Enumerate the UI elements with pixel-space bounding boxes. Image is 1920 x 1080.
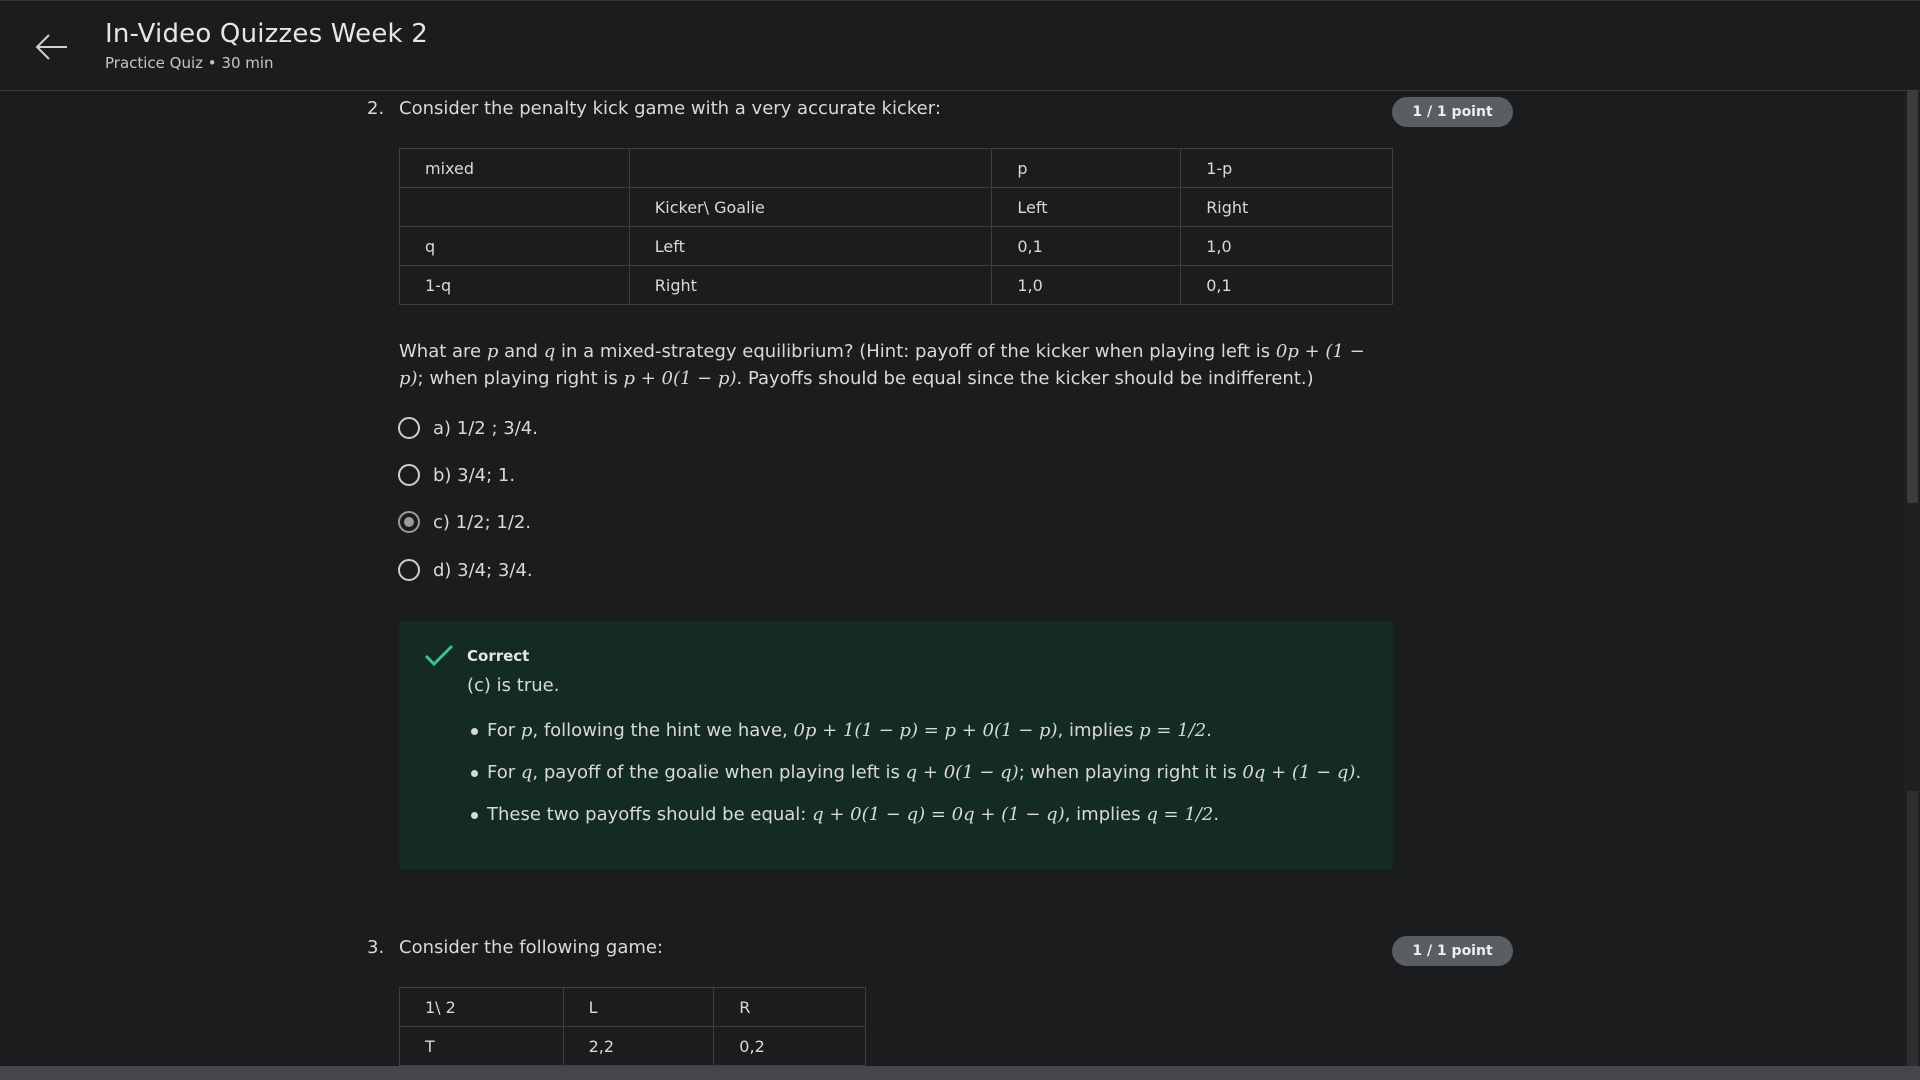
table-cell: 1,0 [991, 265, 1182, 305]
body-text: For [487, 762, 521, 783]
option-b[interactable]: b) 3/4; 1. [398, 461, 515, 489]
option-a[interactable]: a) 1/2 ; 3/4. [398, 414, 538, 442]
top-bar: In-Video Quizzes Week 2 Practice Quiz • … [0, 0, 1920, 91]
math-expression: q = 1/2 [1146, 804, 1214, 825]
scrollbar-lower-track [1907, 791, 1918, 1066]
option-label: c) 1/2; 1/2. [433, 511, 532, 533]
table-cell: T [399, 1026, 564, 1066]
question-prompt: Consider the penalty kick game with a ve… [399, 98, 941, 119]
body-text: These two payoffs should be equal: [487, 804, 813, 825]
option-c[interactable]: c) 1/2; 1/2. [398, 508, 531, 536]
table-cell: Right [1180, 187, 1393, 227]
body-text: What are [399, 341, 487, 362]
body-text: ; when playing right is [417, 368, 624, 389]
radio-button[interactable] [398, 417, 420, 439]
table-cell: Left [991, 187, 1182, 227]
body-text: , implies [1064, 804, 1147, 825]
table-cell: p [991, 148, 1182, 188]
table-cell: Kicker\ Goalie [628, 187, 993, 227]
body-text: and [498, 341, 544, 362]
math-expression: 0q + (1 − q) [1242, 762, 1356, 783]
body-text: in a mixed-strategy equilibrium? (Hint: … [555, 341, 1276, 362]
list-item: For q, payoff of the goalie when playing… [469, 759, 1361, 801]
math-expression: q [520, 762, 533, 783]
option-label: a) 1/2 ; 3/4. [433, 417, 538, 439]
math-expression: p = 1/2 [1139, 720, 1207, 741]
table-cell: R [713, 987, 866, 1027]
math-expression: q + 0(1 − q) = 0q + (1 − q) [812, 804, 1065, 825]
table-cell [628, 148, 993, 188]
body-text: , implies [1057, 720, 1140, 741]
body-text: For [487, 720, 521, 741]
table-cell: q [399, 226, 630, 266]
option-label: b) 3/4; 1. [433, 464, 516, 486]
table-row: mixed p 1-p [399, 148, 1393, 188]
points-badge: 1 / 1 point [1392, 936, 1513, 966]
body-text: . [1213, 804, 1220, 825]
table-cell: 1,0 [1180, 226, 1393, 266]
feedback-list: For p, following the hint we have, 0p + … [469, 717, 1361, 843]
table-cell: 0,1 [1180, 265, 1393, 305]
body-text: . [1355, 762, 1362, 783]
vertical-scrollbar[interactable] [1904, 91, 1920, 1066]
body-text: , payoff of the goalie when playing left… [532, 762, 906, 783]
table-cell [399, 187, 630, 227]
feedback-summary: (c) is true. [467, 675, 560, 696]
option-label: d) 3/4; 3/4. [433, 559, 533, 581]
body-text: . [1206, 720, 1212, 741]
game-table: 1\ 2 L R T 2,2 0,2 [399, 987, 866, 1066]
math-expression: q [543, 341, 556, 362]
table-cell: 0,1 [991, 226, 1182, 266]
option-d[interactable]: d) 3/4; 3/4. [398, 556, 533, 584]
page-title: In-Video Quizzes Week 2 [105, 19, 429, 49]
math-expression: 0p + 1(1 − p) = p + 0(1 − p) [793, 720, 1058, 741]
table-row: q Left 0,1 1,0 [399, 226, 1393, 266]
table-cell: Right [628, 265, 993, 305]
table-cell: 1\ 2 [399, 987, 564, 1027]
math-expression: q + 0(1 − q) [905, 762, 1019, 783]
table-cell: mixed [399, 148, 630, 188]
table-cell: 1-q [399, 265, 630, 305]
math-expression: p [520, 720, 533, 741]
table-cell: L [562, 987, 715, 1027]
question-prompt: Consider the following game: [399, 937, 664, 958]
back-button[interactable] [34, 29, 70, 65]
checkmark-icon [424, 644, 454, 667]
arrow-left-icon [35, 34, 67, 60]
table-row: 1-q Right 1,0 0,1 [399, 265, 1393, 305]
table-cell: 1-p [1180, 148, 1393, 188]
math-expression: p + 0(1 − p) [623, 368, 737, 389]
scrollbar-thumb[interactable] [1907, 91, 1918, 503]
points-badge: 1 / 1 point [1392, 97, 1513, 127]
payoff-table: mixed p 1-p Kicker\ Goalie Left Right q … [399, 148, 1393, 305]
table-cell: Left [628, 226, 993, 266]
body-text: ; when playing right it is [1018, 762, 1243, 783]
question-body: What are p and q in a mixed-strategy equ… [399, 338, 1389, 392]
list-item: These two payoffs should be equal: q + 0… [469, 801, 1361, 843]
radio-button[interactable] [398, 559, 420, 581]
radio-button[interactable] [398, 464, 420, 486]
table-row: T 2,2 0,2 [399, 1026, 866, 1066]
question-number: 2. [367, 98, 385, 119]
table-row: 1\ 2 L R [399, 987, 866, 1027]
question-number: 3. [367, 937, 385, 958]
body-text: , following the hint we have, [532, 720, 794, 741]
radio-button-selected[interactable] [398, 511, 420, 533]
page-subtitle: Practice Quiz • 30 min [105, 54, 274, 72]
feedback-title: Correct [467, 647, 530, 665]
math-expression: p [486, 341, 499, 362]
list-item: For p, following the hint we have, 0p + … [469, 717, 1361, 759]
feedback-box: Correct (c) is true. For p, following th… [399, 621, 1393, 869]
horizontal-scrollbar[interactable] [0, 1066, 1920, 1080]
table-cell: 2,2 [562, 1026, 715, 1066]
table-row: Kicker\ Goalie Left Right [399, 187, 1393, 227]
table-cell: 0,2 [713, 1026, 866, 1066]
body-text: . Payoffs should be equal since the kick… [736, 368, 1314, 389]
